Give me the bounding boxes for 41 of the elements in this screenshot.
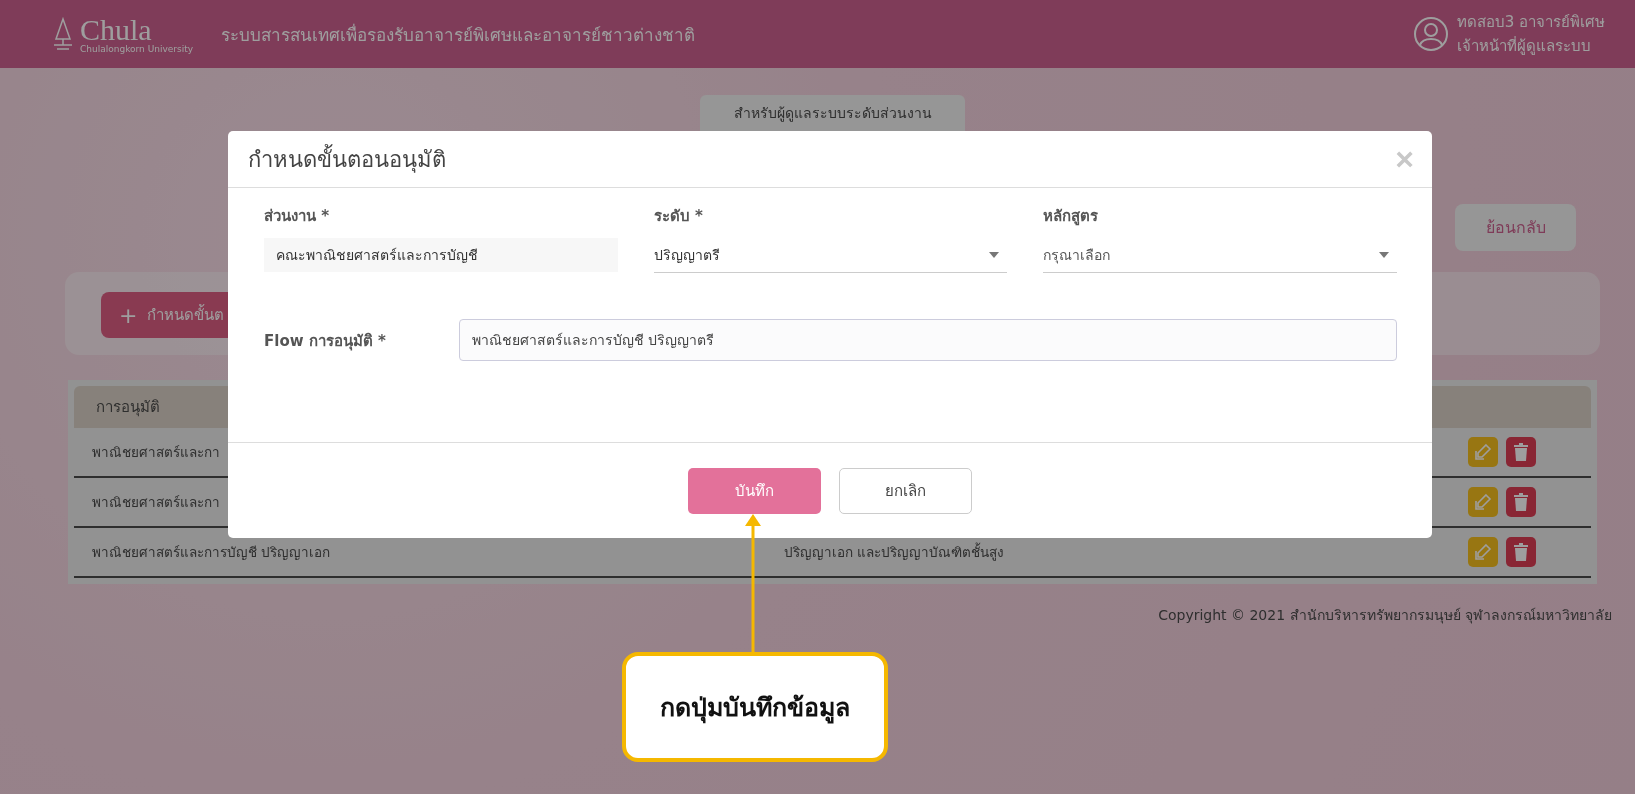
system-title: ระบบสารสนเทศเพื่อรองรับอาจารย์พิเศษและอาจารย์ชาวต่างชาติ [221, 22, 696, 47]
table-cell-text: พาณิชยศาสตร์และกา [92, 493, 221, 512]
cancel-button[interactable]: ยกเลิก [839, 467, 972, 514]
caret-icon [1379, 252, 1389, 258]
field-label: ระดับ * [653, 206, 704, 227]
dialog-title: กำหนดขั้นตอนอนุมัติ [248, 143, 446, 175]
caret-icon [989, 252, 1000, 258]
table-cell: ปริญญาเอก และปริญญาบัณฑิตชั้นสูง [784, 544, 1005, 560]
trash-icon [1513, 543, 1529, 561]
field-label: หลักสูตร [1043, 206, 1100, 228]
table-cell-text: พาณิชยศาสตร์และการบัญชี ปริญญาเอก [92, 543, 332, 562]
column-header: การอนุมัติ [96, 397, 160, 419]
select-field[interactable]: ปริญญาตรี [653, 238, 1008, 273]
pencil-icon [1474, 493, 1492, 511]
edit-button[interactable] [1468, 487, 1498, 517]
trash-icon [1513, 443, 1529, 461]
section-tab[interactable]: สำหรับผู้ดูแลระบบระดับส่วนงาน [700, 95, 965, 131]
back-button[interactable]: ย้อนกลับ [1455, 204, 1576, 251]
logo-subtitle: Chulalongkorn University [80, 44, 194, 54]
pencil-icon [1474, 543, 1492, 561]
user-icon[interactable] [1412, 16, 1449, 52]
trash-icon [1513, 493, 1529, 511]
delete-button[interactable] [1506, 437, 1536, 467]
select-field[interactable]: กรุณาเลือก [1043, 238, 1397, 273]
unit-field: คณะพาณิชยศาสตร์และการบัญชี [264, 238, 618, 272]
flow-input[interactable]: พาณิชยศาสตร์และการบัญชี ปริญญาตรี [459, 319, 1397, 361]
user-name: ทดสอบ3 อาจารย์พิเศษ [1456, 12, 1605, 33]
delete-button[interactable] [1506, 537, 1536, 567]
edit-button[interactable] [1468, 537, 1498, 567]
user-role: เจ้าหน้าที่ผู้ดูแลระบบ [1456, 35, 1592, 57]
field-label: ส่วนงาน * [264, 206, 331, 227]
callout-box: กดปุ่มบันทึกข้อมูล [622, 652, 888, 762]
delete-button[interactable] [1506, 487, 1536, 517]
logo-name: Chula [80, 14, 152, 45]
emblem-icon [52, 17, 74, 51]
save-button[interactable]: บันทึก [688, 467, 821, 514]
table-cell-text: พาณิชยศาสตร์และกา [92, 443, 221, 462]
edit-button[interactable] [1468, 437, 1498, 467]
pencil-icon [1474, 443, 1492, 461]
field-label: Flow การอนุมัติ * [264, 331, 387, 353]
copyright-text: Copyright © 2021 สำนักบริหารทรัพยากรมนุษย์ จุฬาลงกรณ์มหาวิทยาลัย [1157, 606, 1612, 626]
